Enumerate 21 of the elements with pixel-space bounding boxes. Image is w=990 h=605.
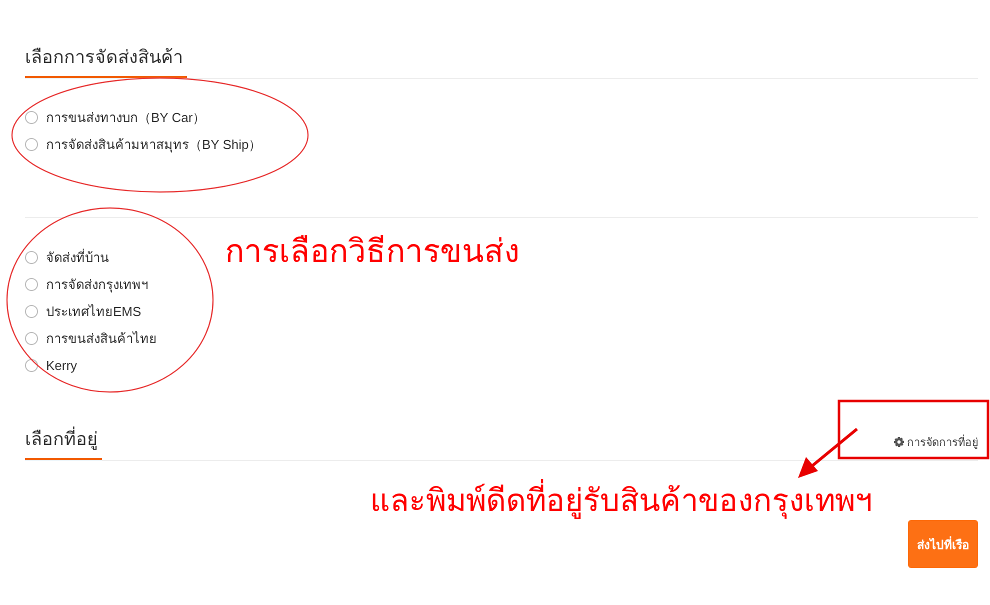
section-title: เลือกการจัดส่งสินค้า: [25, 42, 187, 78]
option-label: การจัดส่งกรุงเทพฯ: [46, 276, 148, 294]
option-label: Kerry: [46, 358, 78, 373]
annotation-text: และพิมพ์ดีดที่อยู่รับสินค้าของกรุงเทพฯ: [370, 475, 872, 525]
annotation-arrow: [798, 428, 858, 478]
radio-button[interactable]: [25, 111, 38, 124]
radio-button[interactable]: [25, 278, 38, 291]
option-label: ประเทศไทยEMS: [46, 303, 142, 321]
annotation-text: การเลือกวิธีการขนส่ง: [225, 232, 520, 271]
option-label: การขนส่งสินค้าไทย: [46, 330, 157, 348]
radio-button[interactable]: [25, 359, 38, 372]
radio-button[interactable]: [25, 305, 38, 318]
radio-button[interactable]: [25, 332, 38, 345]
settings-icon: [894, 437, 904, 447]
option-label: การจัดส่งสินค้ามหาสมุทร（BY Ship）: [46, 136, 262, 154]
radio-button[interactable]: [25, 251, 38, 264]
option-label: การขนส่งทางบก（BY Car）: [46, 109, 206, 127]
option-label: จัดส่งที่บ้าน: [46, 248, 109, 267]
radio-button[interactable]: [25, 138, 38, 151]
manage-address-link[interactable]: การจัดการที่อยู่: [894, 433, 978, 451]
section-title: เลือกที่อยู่: [25, 424, 102, 460]
